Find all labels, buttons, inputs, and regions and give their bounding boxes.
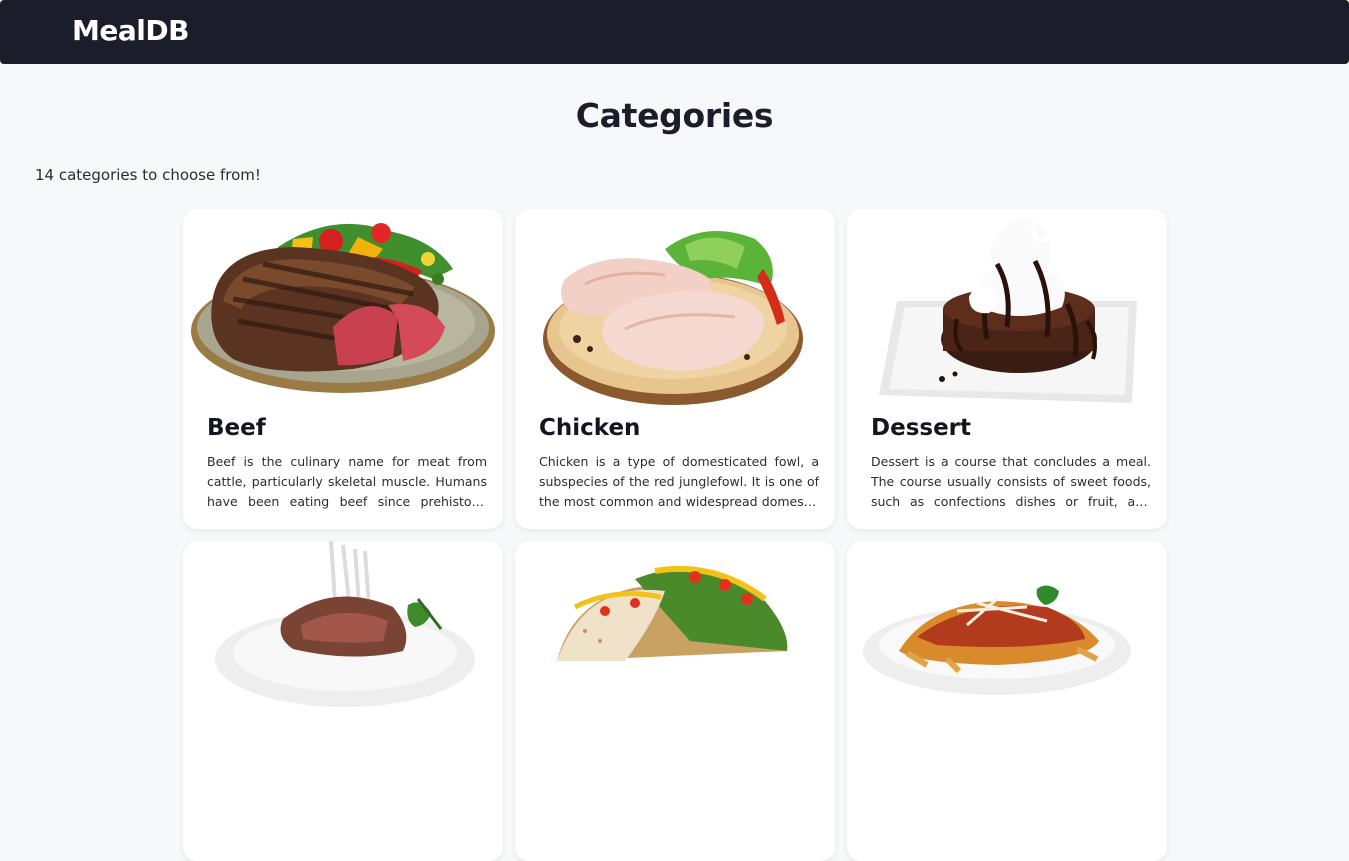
category-count-text: 14 categories to choose from! (35, 166, 261, 184)
navbar: MealDB (0, 0, 1349, 64)
page-title: Categories (575, 96, 774, 135)
beef-steak-image (191, 223, 495, 393)
pasta-image (863, 585, 1131, 695)
category-title: Dessert (871, 415, 972, 441)
chicken-legs-image (543, 231, 803, 405)
brand-logo[interactable]: MealDB (72, 14, 189, 47)
category-card-lamb[interactable] (183, 541, 503, 861)
category-description: Beef is the culinary name for meat from … (207, 454, 487, 509)
category-card-beef[interactable]: Beef Beef is the culinary name for meat … (183, 209, 503, 529)
lamb-chops-image (215, 541, 475, 707)
category-title: Beef (207, 415, 266, 441)
category-card-dessert[interactable]: Dessert Dessert is a course that conclud… (847, 209, 1167, 529)
category-grid: Beef Beef is the culinary name for meat … (183, 209, 1167, 861)
category-description: Chicken is a type of domesticated fowl, … (539, 454, 819, 509)
tacos-image (557, 565, 788, 661)
category-card-pasta[interactable] (847, 541, 1167, 861)
category-card-chicken[interactable]: Chicken Chicken is a type of domesticate… (515, 209, 835, 529)
chocolate-cake-image (879, 218, 1137, 403)
category-title: Chicken (539, 415, 641, 441)
category-card-tacos[interactable] (515, 541, 835, 861)
category-description: Dessert is a course that concludes a mea… (871, 454, 1151, 509)
